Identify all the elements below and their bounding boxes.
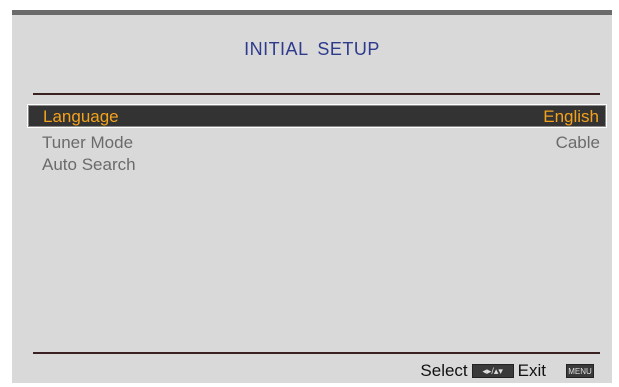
setup-screen: INITIAL SETUP Language English Tuner Mod…	[12, 10, 612, 383]
bottom-divider	[33, 352, 600, 354]
footer-hint: Select ◂▸/▴▾ Exit MENU	[420, 361, 598, 381]
menu-item-language[interactable]: Language English	[28, 105, 606, 127]
menu-item-value: English	[543, 107, 599, 126]
menu-item-label: Tuner Mode	[42, 133, 134, 152]
select-hint-label: Select	[420, 361, 468, 380]
menu-item-label: Language	[43, 107, 119, 126]
arrow-keys-icon: ◂▸/▴▾	[471, 364, 514, 378]
exit-hint-label: Exit	[517, 361, 546, 380]
screen-title: INITIAL SETUP	[244, 39, 380, 59]
menu-item-label: Auto Search	[42, 155, 136, 174]
menu-item-value: Cable	[555, 133, 600, 152]
menu-item-auto-search[interactable]: Auto Search	[28, 154, 606, 176]
menu-key-icon: MENU	[566, 364, 594, 378]
top-divider	[33, 93, 600, 95]
menu-item-tuner-mode[interactable]: Tuner Mode Cable	[28, 132, 606, 154]
